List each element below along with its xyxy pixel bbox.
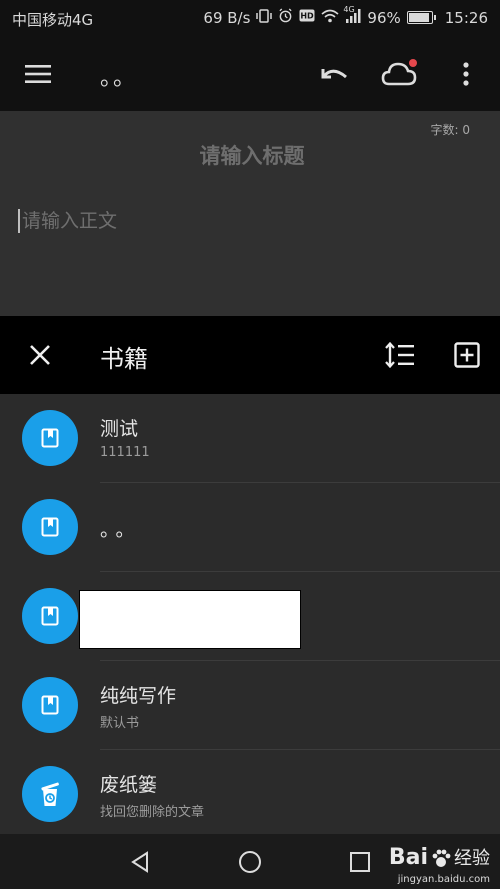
book-subtitle: 找回您删除的文章 (100, 805, 205, 820)
network-type: 4G (343, 4, 355, 14)
home-circle-icon (239, 851, 261, 873)
book-subtitle: 111111 (100, 445, 150, 460)
alarm-icon (278, 8, 293, 27)
book-subtitle: 默认书 (100, 716, 140, 731)
app-title: 。。 (100, 66, 138, 91)
title-input[interactable] (0, 143, 500, 169)
book-name: 测试 (100, 418, 139, 440)
more-button[interactable] (448, 54, 484, 94)
sort-icon (385, 342, 414, 368)
svg-text:HD: HD (301, 12, 315, 21)
book-list: 测试 111111 。。 纯纯写作 默认书 废纸篓 找回您删除的文章 (0, 394, 500, 834)
watermark-brand: Bai (388, 845, 428, 870)
add-book-button[interactable] (446, 335, 488, 375)
baidu-watermark: Bai 经验 jingyan.baidu.com (388, 844, 490, 885)
close-icon (30, 345, 50, 365)
list-item[interactable]: 。。 (0, 483, 500, 572)
status-right: 69 B/s HD 4G 96% 15:26 (203, 5, 488, 27)
book-name: 纯纯写作 (100, 685, 177, 707)
book-avatar (22, 677, 78, 733)
signal-icon: 4G (343, 5, 361, 27)
cloud-sync-button[interactable] (378, 52, 424, 94)
recents-square-icon (350, 852, 370, 872)
add-box-icon (454, 342, 480, 368)
book-icon (41, 517, 59, 537)
book-name: 废纸篓 (100, 774, 158, 796)
list-item[interactable]: 废纸篓 找回您删除的文章 (0, 750, 500, 839)
undo-button[interactable] (312, 54, 354, 94)
network-speed: 69 B/s (203, 8, 251, 27)
carrier-label: 中国移动4G (12, 11, 94, 29)
battery-percent: 96% (367, 8, 401, 27)
book-avatar (22, 499, 78, 555)
book-icon (41, 428, 59, 448)
book-icon (41, 695, 59, 715)
trash-icon (41, 782, 59, 806)
recents-button[interactable] (342, 844, 378, 880)
app-bar: 。。 (0, 36, 500, 111)
cloud-icon (381, 59, 417, 86)
panel-title: 书籍 (100, 345, 148, 373)
word-count: 字数: 0 (430, 123, 471, 137)
books-panel-header: 书籍 (0, 316, 500, 394)
list-item[interactable]: 纯纯写作 默认书 (0, 661, 500, 750)
hd-icon: HD (299, 9, 315, 26)
editor-area: 字数: 0 (0, 111, 500, 316)
undo-icon (321, 69, 347, 79)
system-nav-bar: Bai 经验 jingyan.baidu.com (0, 834, 500, 889)
list-item[interactable] (0, 572, 500, 661)
watermark-brand2: 经验 (454, 848, 490, 869)
clock: 15:26 (444, 8, 488, 27)
menu-button[interactable] (18, 54, 58, 94)
book-icon (41, 606, 59, 626)
list-item[interactable]: 测试 111111 (0, 394, 500, 483)
book-name: 。。 (100, 519, 141, 541)
paw-icon (432, 849, 451, 867)
vibrate-icon (256, 8, 273, 27)
trash-avatar (22, 766, 78, 822)
watermark-url: jingyan.baidu.com (397, 874, 490, 885)
sort-button[interactable] (380, 335, 420, 375)
redacted-box (79, 590, 301, 649)
wifi-icon (321, 9, 339, 27)
book-avatar (22, 588, 78, 644)
book-avatar (22, 410, 78, 466)
status-bar: 中国移动4G 69 B/s HD 4G 96% 15:26 (0, 0, 500, 36)
menu-icon (25, 65, 51, 83)
body-input[interactable] (18, 209, 484, 233)
back-triangle-icon (131, 851, 148, 873)
more-vert-icon (463, 62, 469, 86)
home-button[interactable] (232, 844, 268, 880)
back-button[interactable] (122, 844, 158, 880)
close-button[interactable] (20, 335, 60, 375)
battery-icon (406, 11, 436, 24)
